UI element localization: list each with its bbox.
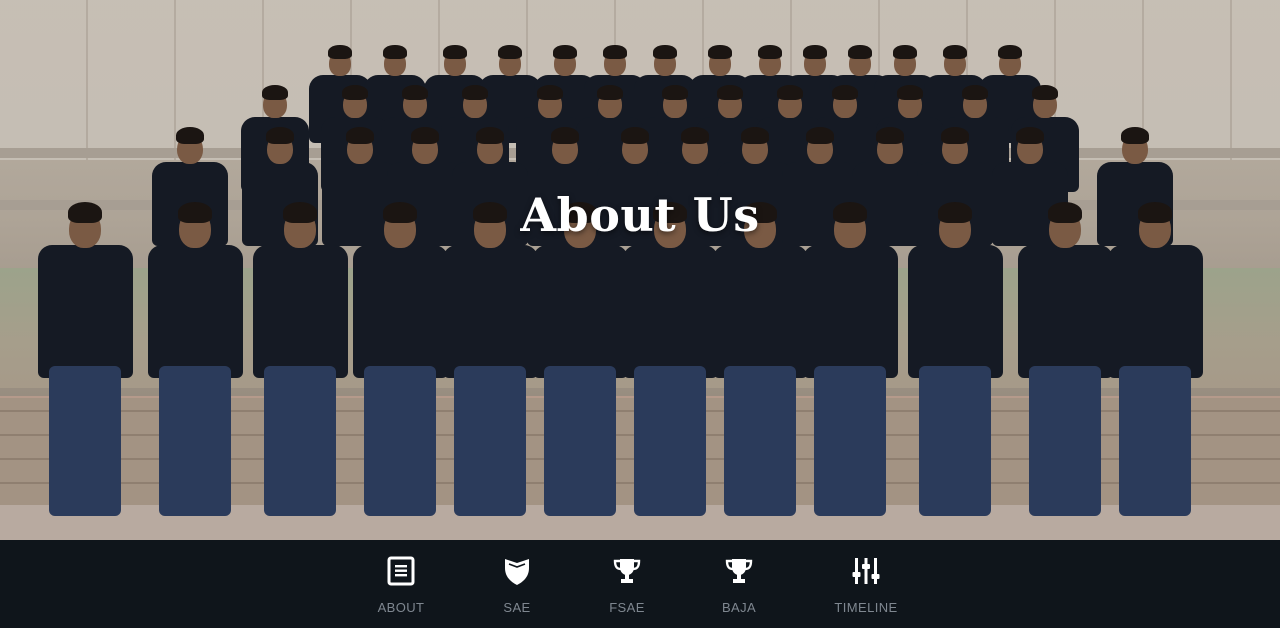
team-photo [0,0,1280,540]
shield-icon [501,554,533,588]
nav-label-baja: BAJA [721,600,757,615]
team-member [1107,202,1203,540]
nav-label-timeline: TIMELINE [834,600,898,615]
nav-label-about: ABOUT [377,600,425,615]
team-member [252,202,348,540]
team-member [532,202,628,540]
nav-label-sae: SAE [503,600,531,615]
document-icon [385,554,417,588]
page-title: About Us [520,188,760,242]
trophy-icon [611,554,643,588]
trophy-icon [723,554,755,588]
team-member [442,202,538,540]
sliders-icon [850,554,882,588]
team-member [622,202,718,540]
team-member [147,202,243,540]
team-member [802,202,898,540]
bottom-navbar: ABOUT SAE FSAE BAJA TIMELINE [0,540,1280,628]
team-member [1017,202,1113,540]
team-member [907,202,1003,540]
nav-item-about[interactable]: ABOUT [346,554,456,618]
team-member [352,202,448,540]
nav-item-fsae[interactable]: FSAE [572,554,682,618]
nav-label-fsae: FSAE [609,600,645,615]
nav-item-sae[interactable]: SAE [462,554,572,618]
team-member [37,202,133,540]
nav-item-timeline[interactable]: TIMELINE [811,554,921,618]
nav-item-baja[interactable]: BAJA [684,554,794,618]
team-member [712,202,808,540]
hero-section: About Us [0,0,1280,540]
